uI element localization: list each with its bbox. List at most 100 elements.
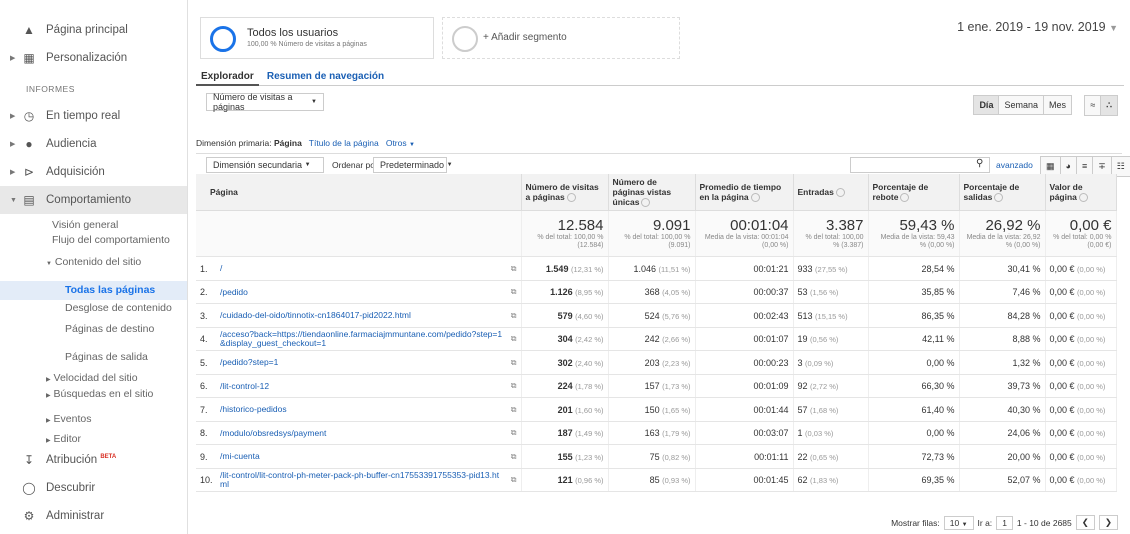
page-value-cell: 0,00 € (0,00 %) (1045, 303, 1117, 328)
sidebar: ▲ Página principal ▶ ▦ Personalización INFO… (0, 0, 188, 534)
nav-all-pages[interactable]: Todas las páginas (0, 281, 187, 300)
nav-content-drilldown[interactable]: Desglose de contenido (0, 300, 187, 324)
date-range-picker[interactable]: 1 ene. 2019 - 19 nov. 2019 ▼ (957, 20, 1118, 34)
open-link-icon[interactable]: ⧉ (503, 381, 517, 391)
total-cell: 26,92 % Media de la vista: 26,92 % (0,00 … (959, 210, 1046, 258)
help-icon[interactable] (835, 188, 845, 198)
page-link[interactable]: /pedido?step=1 (220, 358, 503, 367)
nav-audience[interactable]: ▶ ● Audiencia (0, 130, 187, 158)
sort-type-select[interactable]: Predeterminado ▼ (373, 157, 453, 173)
open-link-icon[interactable]: ⧉ (503, 311, 517, 321)
bounce-rate-cell: 61,40 % (868, 397, 960, 422)
unique-pageviews-cell: 75 (0,82 %) (608, 444, 696, 469)
page-link[interactable]: /cuidado-del-oido/tinnotix-cn1864017-pid… (220, 311, 503, 320)
month-button[interactable]: Mes (1044, 96, 1071, 114)
metric-select[interactable]: Número de visitas a páginas ▼ (206, 92, 324, 112)
page-link[interactable]: / (220, 264, 503, 273)
secondary-dimension-select[interactable]: Dimensión secundaria ▼ (206, 157, 324, 173)
page-link[interactable]: /mi-cuenta (220, 452, 503, 461)
help-icon[interactable] (900, 193, 910, 203)
page-link[interactable]: /lit-control-12 (220, 382, 503, 391)
nav-home[interactable]: ▲ Página principal (0, 16, 187, 44)
segment-all-users[interactable]: Todos los usuarios 100,00 % Número de vi… (200, 17, 434, 59)
nav-attribution[interactable]: ↧ Atribución BETA (0, 446, 187, 474)
prev-page-button[interactable]: ❮ (1075, 515, 1095, 530)
line-chart-icon[interactable]: ≈ (1085, 96, 1102, 115)
avg-time-cell: 00:01:21 (695, 256, 794, 281)
chart-type-group: ≈ ∴ (1084, 95, 1118, 116)
pageviews-cell: 224 (1,78 %) (521, 374, 609, 399)
nav-realtime[interactable]: ▶ ◷ En tiempo real (0, 102, 187, 130)
pageviews-cell: 1.126 (8,95 %) (521, 280, 609, 305)
dimension-page-title[interactable]: Título de la página (309, 138, 379, 148)
nav-acquisition[interactable]: ▶ ⊳ Adquisición (0, 158, 187, 186)
table-row: 10./lit-control/lit-control-ph-meter-pac… (196, 468, 1117, 493)
page-link[interactable]: /modulo/obsredsys/payment (220, 429, 503, 438)
table-search-input[interactable] (850, 157, 990, 173)
nav-landing-pages[interactable]: Páginas de destino (0, 324, 187, 348)
column-header-6[interactable]: Porcentaje de salidas (959, 174, 1046, 212)
help-icon[interactable] (641, 198, 651, 208)
open-link-icon[interactable]: ⧉ (503, 334, 517, 344)
total-cell: 0,00 €% del total: 0,00 % (0,00 €) (1045, 210, 1117, 258)
help-icon[interactable] (566, 193, 576, 203)
avg-time-cell: 00:01:07 (695, 327, 794, 352)
total-cell: 3.387% del total: 100,00 % (3.387) (793, 210, 869, 258)
nav-flow[interactable]: Flujo del comportamiento (0, 233, 187, 257)
add-segment-button[interactable]: + Añadir segmento (442, 17, 680, 59)
page-cell: 1. / ⧉ (196, 256, 522, 281)
page-link[interactable]: /historico-pedidos (220, 405, 503, 414)
open-link-icon[interactable]: ⧉ (503, 452, 517, 462)
main-content: Todos los usuarios 100,00 % Número de vi… (196, 0, 1130, 534)
goto-page-input[interactable]: 1 (996, 515, 1013, 530)
page-cell: 6./lit-control-12 ⧉ (196, 374, 522, 399)
next-page-button[interactable]: ❯ (1098, 515, 1118, 530)
advanced-filter-link[interactable]: avanzado (996, 160, 1033, 170)
entrances-cell: 92 (2,72 %) (793, 374, 869, 399)
rows-per-page-select[interactable]: 10 ▼ (943, 515, 974, 530)
help-icon[interactable] (994, 193, 1004, 203)
nav-site-speed[interactable]: ▶ Velocidad del sitio (0, 370, 187, 384)
column-header-2[interactable]: Número de páginas vistas únicas (608, 174, 696, 212)
page-link[interactable]: /lit-control/lit-control-ph-meter-pack-p… (220, 471, 503, 489)
column-header-1[interactable]: Número de visitas a páginas (521, 174, 609, 212)
total-cell: 59,43 % Media de la vista: 59,43 % (0,00 … (868, 210, 960, 258)
nav-site-content[interactable]: ▼ Contenido del sitio (0, 257, 187, 281)
column-header-3[interactable]: Promedio de tiempo en la página (695, 174, 794, 212)
nav-behavior[interactable]: ▼ ▤ Comportamiento (0, 186, 187, 214)
nav-site-search[interactable]: ▶ Búsquedas en el sitio (0, 384, 187, 410)
column-header-0[interactable]: Página (196, 174, 522, 212)
dimension-others[interactable]: Otros ▼ (386, 138, 415, 148)
open-link-icon[interactable]: ⧉ (503, 405, 517, 415)
open-link-icon[interactable]: ⧉ (503, 264, 517, 274)
day-button[interactable]: Día (974, 96, 1000, 114)
nav-discover[interactable]: ◯ Descubrir (0, 474, 187, 502)
nav-overview[interactable]: Visión general (0, 220, 187, 233)
open-link-icon[interactable]: ⧉ (503, 287, 517, 297)
tab-navigation-summary[interactable]: Resumen de navegación (262, 68, 389, 86)
tab-explorer[interactable]: Explorador (196, 68, 259, 86)
week-button[interactable]: Semana (999, 96, 1044, 114)
motion-chart-icon[interactable]: ∴ (1101, 96, 1117, 115)
avg-time-cell: 00:01:45 (695, 468, 794, 493)
page-link[interactable]: /acceso?back=https://tiendaonline.farmac… (220, 330, 503, 348)
column-header-5[interactable]: Porcentaje de rebote (868, 174, 960, 212)
bounce-rate-cell: 0,00 % (868, 421, 960, 446)
column-header-4[interactable]: Entradas (793, 174, 869, 212)
open-link-icon[interactable]: ⧉ (503, 358, 517, 368)
help-icon[interactable] (750, 193, 760, 203)
nav-exit-pages[interactable]: Páginas de salida (0, 348, 187, 370)
page-link[interactable]: /pedido (220, 288, 503, 297)
nav-admin[interactable]: ⚙ Administrar (0, 502, 187, 530)
column-header-7[interactable]: Valor de página (1045, 174, 1117, 212)
exit-rate-cell: 30,41 % (959, 256, 1046, 281)
open-link-icon[interactable]: ⧉ (503, 475, 517, 485)
search-icon[interactable]: ⚲ (976, 158, 983, 169)
nav-events[interactable]: ▶ Eventos (0, 410, 187, 430)
open-link-icon[interactable]: ⧉ (503, 428, 517, 438)
help-icon[interactable] (1078, 193, 1088, 203)
nav-customization[interactable]: ▶ ▦ Personalización (0, 44, 187, 72)
nav-editor[interactable]: ▶ Editor (0, 430, 187, 446)
dimension-page[interactable]: Página (274, 138, 302, 148)
attribution-icon: ↧ (23, 453, 35, 467)
